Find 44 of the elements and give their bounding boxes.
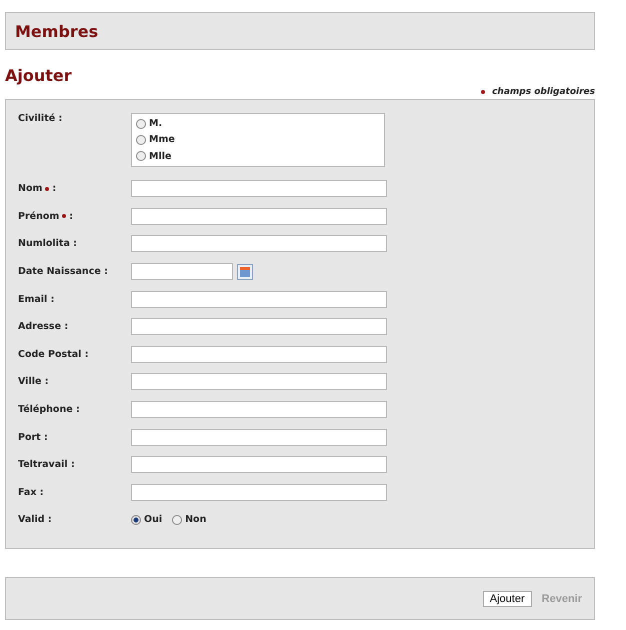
field-label: Téléphone : xyxy=(18,404,80,416)
field-label: Valid : xyxy=(18,514,52,526)
input-field[interactable] xyxy=(131,484,387,501)
calendar-icon[interactable] xyxy=(237,264,253,280)
input-field[interactable] xyxy=(131,235,387,252)
date-field[interactable] xyxy=(131,263,233,280)
field-label: Code Postal : xyxy=(18,348,89,360)
add-button[interactable]: Ajouter xyxy=(482,590,532,606)
input-field[interactable] xyxy=(131,428,387,446)
section-title: Ajouter xyxy=(5,66,73,85)
input-field[interactable] xyxy=(131,346,387,363)
input-field[interactable] xyxy=(131,208,387,225)
page-title: Membres xyxy=(15,22,98,41)
input-field[interactable] xyxy=(131,401,387,418)
field-label: Fax : xyxy=(18,486,44,498)
input-field[interactable] xyxy=(131,373,387,390)
field-label: Teltravail : xyxy=(18,459,75,470)
radio-label[interactable]: Mlle xyxy=(149,150,172,162)
input-field[interactable] xyxy=(131,290,387,308)
field-label: Prénom xyxy=(18,210,60,222)
radio-button[interactable] xyxy=(136,118,146,129)
field-label: Date Naissance : xyxy=(18,266,108,278)
input-field[interactable] xyxy=(131,318,387,336)
radio-label[interactable]: M. xyxy=(149,118,162,130)
field-label: Numlolita : xyxy=(18,238,77,250)
colon: : xyxy=(69,210,74,222)
input-field[interactable] xyxy=(131,456,387,474)
radio-label[interactable]: Non xyxy=(185,514,206,526)
colon: : xyxy=(52,183,56,194)
required-mark xyxy=(481,90,486,94)
radio-button[interactable] xyxy=(172,514,182,525)
field-label: Civilité : xyxy=(18,113,62,124)
radio-button[interactable] xyxy=(136,151,146,162)
radio-button[interactable] xyxy=(131,514,141,525)
field-label: Ville : xyxy=(18,376,49,388)
required-note: champs obligatoires xyxy=(492,87,595,97)
radio-button[interactable] xyxy=(136,134,146,145)
field-label: Port : xyxy=(18,432,48,443)
field-label: Nom xyxy=(18,183,42,194)
field-label: Adresse : xyxy=(18,321,68,332)
field-label: Email : xyxy=(18,294,54,305)
radio-label[interactable]: Mme xyxy=(149,134,175,146)
input-field[interactable] xyxy=(131,180,387,198)
radio-label[interactable]: Oui xyxy=(144,514,162,526)
